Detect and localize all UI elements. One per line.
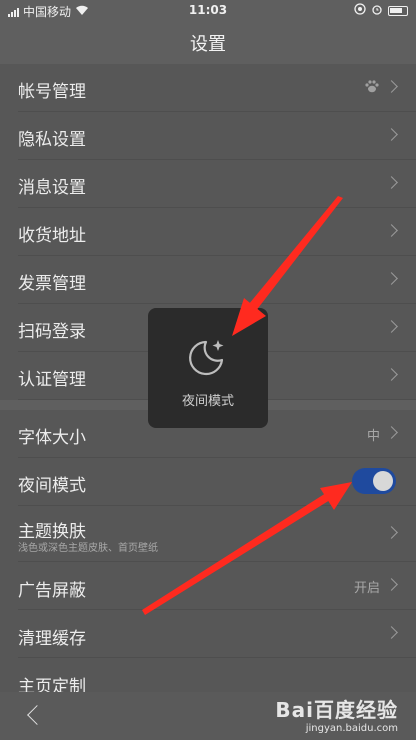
- chevron-right-icon: [385, 578, 398, 591]
- settings-item-label: 收货地址: [18, 226, 86, 246]
- chevron-right-icon: [385, 426, 398, 439]
- chevron-right-icon: [385, 526, 398, 539]
- battery-icon: [388, 5, 408, 16]
- chevron-right-icon: [385, 626, 398, 639]
- chevron-right-icon: [385, 80, 398, 93]
- settings-item-label: 消息设置: [18, 178, 86, 198]
- settings-item-subtitle: 浅色或深色主题皮肤、首页壁纸: [18, 543, 158, 554]
- settings-item-label: 发票管理: [18, 274, 86, 294]
- night-mode-toast: 夜间模式: [148, 308, 268, 428]
- ad-block-value: 开启: [353, 581, 380, 596]
- settings-item-invoice[interactable]: 发票管理: [0, 256, 416, 304]
- status-bar: 中国移动 11:03: [0, 0, 416, 22]
- chevron-right-icon: [385, 368, 398, 381]
- chevron-right-icon: [385, 320, 398, 333]
- bottom-bar: Bai百度经验 jingyan.baidu.com: [0, 692, 416, 740]
- settings-item-label: 隐私设置: [18, 130, 86, 150]
- moon-star-icon: [184, 332, 232, 380]
- chevron-right-icon: [385, 272, 398, 285]
- settings-item-label: 广告屏蔽: [18, 581, 86, 601]
- settings-item-label: 扫码登录: [18, 322, 86, 342]
- paw-icon: [364, 78, 380, 94]
- settings-item-label: 清理缓存: [18, 629, 86, 649]
- status-right: [354, 3, 408, 18]
- settings-item-ad-block[interactable]: 广告屏蔽 开启: [0, 562, 416, 610]
- settings-item-label: 夜间模式: [18, 476, 86, 496]
- nav-bar: 设置: [0, 22, 416, 64]
- settings-item-label: 认证管理: [18, 370, 86, 390]
- settings-item-messages[interactable]: 消息设置: [0, 160, 416, 208]
- settings-item-address[interactable]: 收货地址: [0, 208, 416, 256]
- chevron-right-icon: [385, 128, 398, 141]
- font-size-value: 中: [366, 429, 380, 444]
- settings-item-night-mode: 夜间模式: [0, 458, 416, 506]
- alarm-icon: [371, 3, 383, 18]
- chevron-right-icon: [385, 176, 398, 189]
- chevron-right-icon: [385, 224, 398, 237]
- settings-item-label: 帐号管理: [18, 82, 86, 102]
- settings-item-privacy[interactable]: 隐私设置: [0, 112, 416, 160]
- night-mode-toggle[interactable]: [352, 468, 396, 494]
- settings-item-clear-cache[interactable]: 清理缓存: [0, 610, 416, 658]
- settings-item-theme[interactable]: 主题换肤 浅色或深色主题皮肤、首页壁纸: [0, 506, 416, 562]
- watermark-url: jingyan.baidu.com: [305, 723, 398, 734]
- settings-item-account[interactable]: 帐号管理: [0, 64, 416, 112]
- toast-label: 夜间模式: [181, 394, 234, 409]
- settings-item-label: 字体大小: [18, 428, 86, 448]
- watermark-brand: Bai百度经验: [275, 698, 398, 722]
- back-arrow-icon[interactable]: [27, 705, 47, 725]
- watermark: Bai百度经验 jingyan.baidu.com: [275, 694, 398, 734]
- lock-rotation-icon: [354, 3, 366, 18]
- page-title: 设置: [190, 34, 226, 55]
